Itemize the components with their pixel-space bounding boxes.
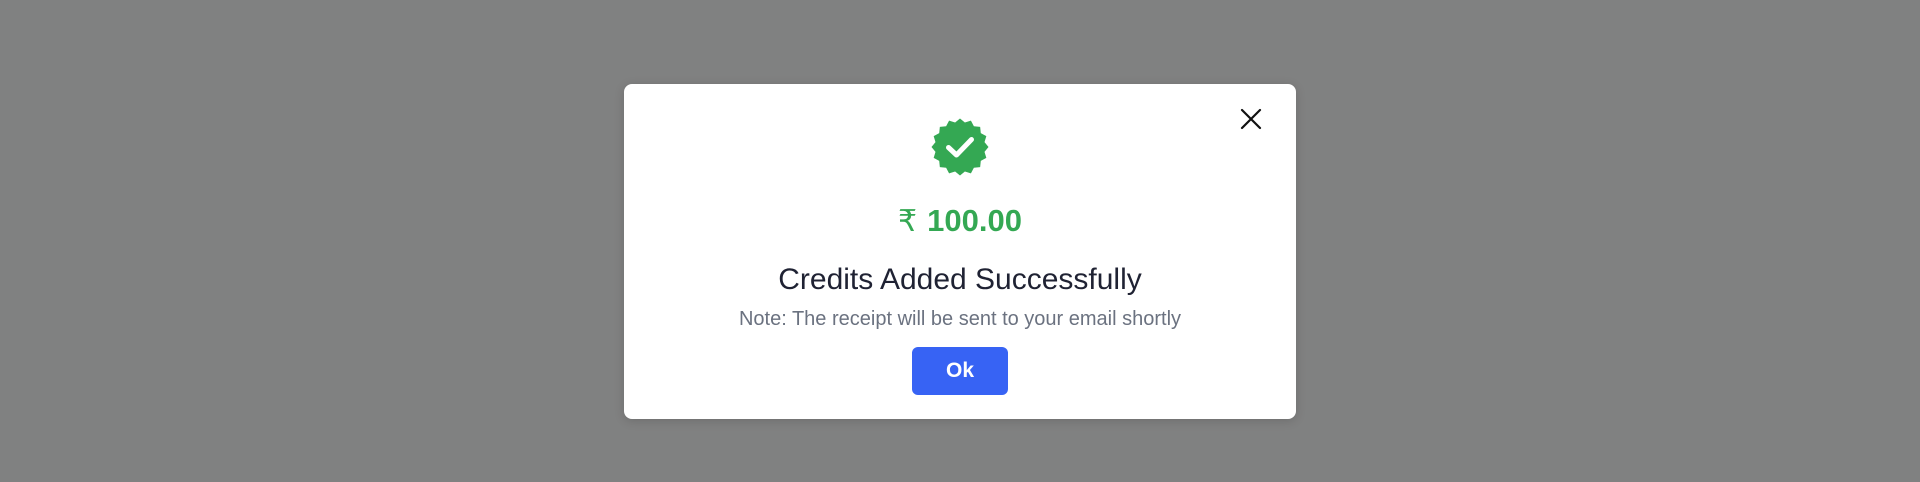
receipt-note: Note: The receipt will be sent to your e…: [738, 308, 1182, 330]
ok-button[interactable]: Ok: [912, 347, 1008, 395]
verified-badge-check-icon: [931, 118, 989, 176]
success-dialog: ₹100.00 Credits Added Successfully Note:…: [624, 84, 1296, 419]
close-button[interactable]: [1239, 107, 1263, 131]
close-icon: [1240, 108, 1262, 130]
amount-value: 100.00: [927, 203, 1022, 238]
dialog-title: Credits Added Successfully: [778, 263, 1142, 296]
currency-symbol: ₹: [898, 205, 918, 238]
credit-amount: ₹100.00: [624, 201, 1296, 242]
